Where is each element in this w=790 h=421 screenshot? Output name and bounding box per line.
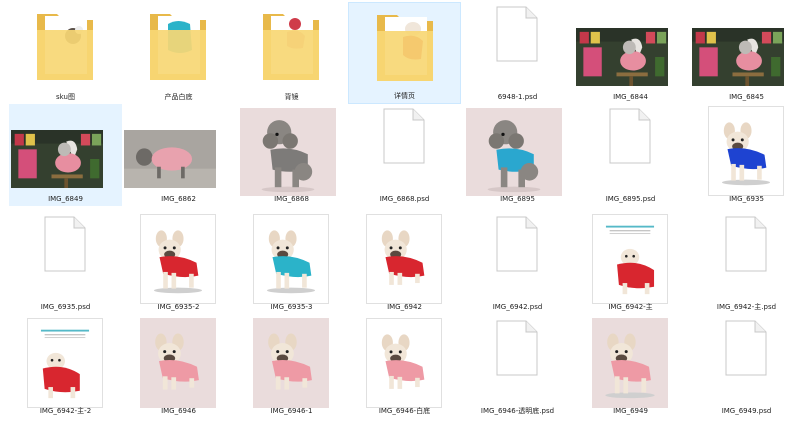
file-item[interactable]: IMG_6942-主-2	[9, 316, 122, 418]
file-name-label: IMG_6949	[613, 407, 648, 415]
image-thumbnail	[140, 214, 216, 304]
image-thumbnail	[466, 108, 562, 196]
image-thumbnail	[27, 318, 103, 408]
image-thumbnail	[708, 106, 784, 196]
file-item[interactable]: IMG_6935	[690, 104, 790, 206]
file-name-label: IMG_6942-主	[608, 303, 653, 311]
file-item[interactable]: IMG_6935-3	[235, 212, 348, 314]
file-item[interactable]: 6948-1.psd	[461, 2, 574, 104]
file-item[interactable]: IMG_6946	[122, 316, 235, 418]
file-item[interactable]: IMG_6844	[574, 2, 687, 104]
file-item[interactable]: IMG_6942-主.psd	[690, 212, 790, 314]
image-thumbnail	[576, 28, 668, 86]
file-item[interactable]: 背镜	[235, 2, 348, 104]
psd-file-icon	[725, 216, 767, 272]
psd-file-icon	[383, 108, 425, 164]
psd-file-icon	[496, 6, 538, 62]
file-item[interactable]: IMG_6942	[348, 212, 461, 314]
file-item[interactable]: IMG_6868.psd	[348, 104, 461, 206]
file-name-label: IMG_6949.psd	[721, 407, 772, 415]
file-item[interactable]: IMG_6868	[235, 104, 348, 206]
file-name-label: IMG_6844	[613, 93, 648, 101]
file-item[interactable]: IMG_6946-透明底.psd	[461, 316, 574, 418]
file-name-label: IMG_6935-2	[157, 303, 200, 311]
image-thumbnail	[592, 214, 668, 304]
image-thumbnail	[140, 318, 216, 408]
psd-file-icon	[44, 216, 86, 272]
file-name-label: IMG_6946-透明底.psd	[480, 407, 555, 415]
file-name-label: IMG_6942	[387, 303, 422, 311]
file-name-label: IMG_6849	[48, 195, 83, 203]
file-item[interactable]: IMG_6845	[690, 2, 790, 104]
psd-file-icon	[609, 108, 651, 164]
file-item[interactable]: IMG_6949	[574, 316, 687, 418]
image-thumbnail	[366, 214, 442, 304]
image-thumbnail	[592, 318, 668, 408]
folder-icon	[259, 6, 323, 86]
file-item[interactable]: 详情页	[348, 2, 461, 104]
image-thumbnail	[124, 130, 216, 188]
file-item[interactable]: IMG_6935.psd	[9, 212, 122, 314]
file-name-label: IMG_6942.psd	[492, 303, 543, 311]
file-name-label: IMG_6862	[161, 195, 196, 203]
file-item[interactable]: IMG_6895	[461, 104, 574, 206]
image-thumbnail	[253, 318, 329, 408]
file-item[interactable]: IMG_6849	[9, 104, 122, 206]
file-item[interactable]: IMG_6942-主	[574, 212, 687, 314]
file-name-label: IMG_6946	[161, 407, 196, 415]
file-name-label: 背镜	[284, 93, 299, 101]
file-item[interactable]: 产品白底	[122, 2, 235, 104]
file-item[interactable]: sku图	[9, 2, 122, 104]
file-item[interactable]: IMG_6935-2	[122, 212, 235, 314]
file-name-label: IMG_6946-1	[270, 407, 313, 415]
file-name-label: IMG_6845	[729, 93, 764, 101]
file-name-label: IMG_6868	[274, 195, 309, 203]
image-thumbnail	[692, 28, 784, 86]
file-name-label: IMG_6935-3	[270, 303, 313, 311]
file-item[interactable]: IMG_6946-1	[235, 316, 348, 418]
file-name-label: 6948-1.psd	[497, 93, 538, 101]
file-name-label: 详情页	[394, 92, 415, 100]
image-thumbnail	[366, 318, 442, 408]
psd-file-icon	[725, 320, 767, 376]
file-item[interactable]: IMG_6946-白底	[348, 316, 461, 418]
file-name-label: IMG_6946-白底	[378, 407, 431, 415]
folder-icon	[373, 7, 437, 87]
file-item[interactable]: IMG_6895.psd	[574, 104, 687, 206]
file-item[interactable]: IMG_6949.psd	[690, 316, 790, 418]
file-name-label: IMG_6935	[729, 195, 764, 203]
file-name-label: 产品白底	[164, 93, 193, 101]
file-name-label: sku图	[56, 93, 75, 101]
file-name-label: IMG_6868.psd	[379, 195, 430, 203]
image-thumbnail	[11, 130, 103, 188]
file-item[interactable]: IMG_6942.psd	[461, 212, 574, 314]
file-item[interactable]: IMG_6862	[122, 104, 235, 206]
file-name-label: IMG_6895.psd	[605, 195, 656, 203]
psd-file-icon	[496, 320, 538, 376]
file-name-label: IMG_6935.psd	[40, 303, 91, 311]
file-name-label: IMG_6942-主-2	[39, 407, 92, 415]
folder-icon	[33, 6, 97, 86]
image-thumbnail	[253, 214, 329, 304]
file-name-label: IMG_6895	[500, 195, 535, 203]
file-name-label: IMG_6942-主.psd	[716, 303, 777, 311]
psd-file-icon	[496, 216, 538, 272]
folder-icon	[146, 6, 210, 86]
image-thumbnail	[240, 108, 336, 196]
file-grid: sku图 产品白底 背镜 详情页 6948-1.psd IMG_6844 IMG…	[0, 0, 790, 421]
